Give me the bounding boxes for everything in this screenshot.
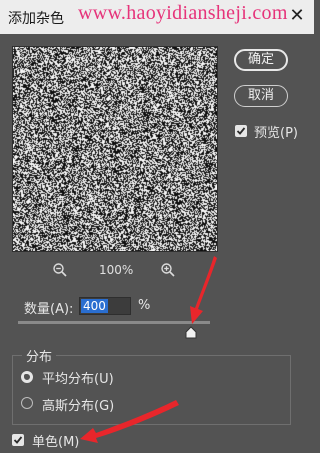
amount-input[interactable]: 400 (79, 297, 131, 315)
checkmark-icon (13, 436, 23, 444)
amount-slider-track[interactable] (18, 321, 210, 324)
uniform-radio[interactable] (21, 371, 33, 383)
noise-preview-image (13, 47, 217, 251)
distribution-title: 分布 (22, 346, 57, 365)
checkmark-icon (236, 127, 246, 135)
uniform-label: 平均分布(U) (42, 372, 114, 387)
close-button[interactable]: ✕ (286, 4, 308, 28)
zoom-controls: 100% (0, 262, 230, 280)
preview-label: 预览(P) (254, 126, 298, 141)
amount-unit: % (138, 298, 151, 313)
monochrome-label: 单色(M) (32, 435, 80, 450)
distribution-group (12, 355, 291, 425)
watermark: www.haoyidiansheji.com (78, 2, 288, 24)
zoom-level: 100% (99, 263, 134, 277)
monochrome-checkbox[interactable] (12, 434, 24, 446)
preview-checkbox[interactable] (235, 125, 247, 137)
gaussian-label: 高斯分布(G) (42, 399, 115, 414)
zoom-in-icon[interactable] (160, 262, 176, 282)
noise-preview[interactable] (12, 46, 218, 252)
ok-button[interactable]: 确定 (234, 49, 288, 71)
amount-value: 400 (81, 299, 108, 313)
amount-slider-thumb[interactable] (185, 324, 197, 343)
cancel-button[interactable]: 取消 (234, 85, 288, 107)
gaussian-radio[interactable] (21, 397, 33, 409)
amount-label: 数量(A): (24, 302, 74, 317)
title-bar: 添加杂色 www.haoyidiansheji.com ✕ (0, 0, 314, 34)
zoom-out-icon[interactable] (52, 262, 68, 282)
dialog-title: 添加杂色 (8, 11, 64, 27)
